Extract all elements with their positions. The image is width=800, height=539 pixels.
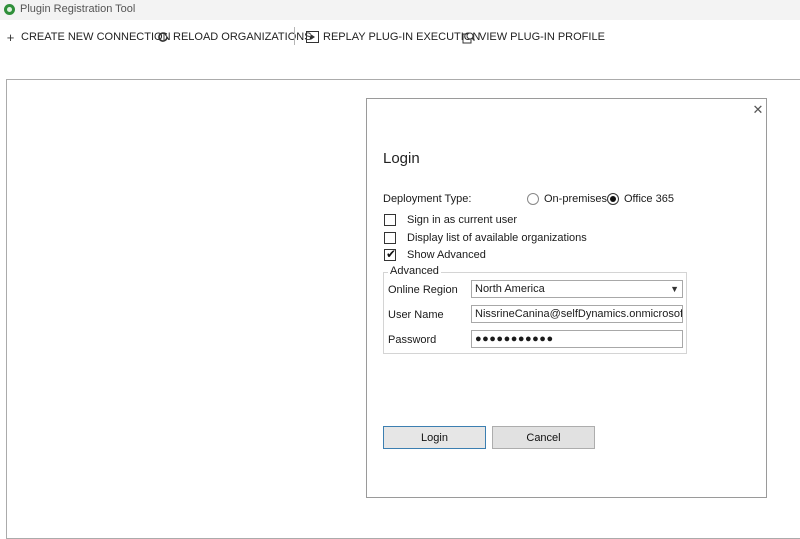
- office-365-label: Office 365: [624, 193, 674, 205]
- on-premises-radio[interactable]: [527, 193, 539, 205]
- online-region-label: Online Region: [388, 284, 458, 296]
- password-field[interactable]: ●●●●●●●●●●●: [471, 330, 683, 348]
- create-connection-button[interactable]: + CREATE NEW CONNECTION: [4, 28, 171, 46]
- app-logo-icon: [4, 4, 15, 15]
- online-region-value: North America: [475, 283, 545, 295]
- checkmark-icon: ✔: [386, 247, 397, 261]
- refresh-icon: [156, 31, 169, 44]
- sign-in-current-label: Sign in as current user: [407, 214, 518, 226]
- show-advanced-checkbox[interactable]: ✔: [384, 247, 397, 261]
- toolbar-divider: [294, 27, 295, 45]
- cancel-button[interactable]: Cancel: [492, 426, 595, 449]
- plus-icon: +: [6, 29, 15, 45]
- deployment-type-label: Deployment Type:: [383, 193, 472, 205]
- reload-organizations-button[interactable]: RELOAD ORGANIZATIONS: [156, 28, 312, 46]
- title-bar: Plugin Registration Tool: [0, 0, 800, 20]
- create-connection-label: CREATE NEW CONNECTION: [21, 31, 171, 43]
- chevron-down-icon: ▼: [670, 284, 679, 294]
- replay-execution-button[interactable]: REPLAY PLUG-IN EXECUTION: [306, 28, 480, 46]
- online-region-select[interactable]: North America ▼: [471, 280, 683, 298]
- view-profile-button[interactable]: VIEW PLUG-IN PROFILE: [462, 28, 605, 46]
- office-365-radio[interactable]: [607, 193, 619, 205]
- view-profile-label: VIEW PLUG-IN PROFILE: [479, 31, 605, 43]
- close-icon[interactable]: ✕: [751, 103, 765, 117]
- password-mask: ●●●●●●●●●●●: [475, 333, 554, 345]
- login-button[interactable]: Login: [383, 426, 486, 449]
- show-advanced-label: Show Advanced: [407, 249, 486, 261]
- dialog-title: Login: [383, 150, 420, 167]
- display-orgs-checkbox[interactable]: [384, 232, 396, 244]
- window-title: Plugin Registration Tool: [20, 3, 136, 15]
- profile-icon: [462, 31, 475, 44]
- user-name-label: User Name: [388, 309, 444, 321]
- reload-organizations-label: RELOAD ORGANIZATIONS: [173, 31, 312, 43]
- password-label: Password: [388, 334, 437, 346]
- display-orgs-label: Display list of available organizations: [407, 232, 587, 244]
- on-premises-label: On-premises: [544, 193, 607, 205]
- login-dialog: ✕ Login Deployment Type: On-premises Off…: [366, 98, 767, 498]
- replay-icon: [306, 31, 319, 44]
- user-name-value: NissrineCanina@selfDynamics.onmicrosoft.…: [475, 308, 683, 320]
- replay-execution-label: REPLAY PLUG-IN EXECUTION: [323, 31, 481, 43]
- sign-in-current-checkbox[interactable]: [384, 214, 396, 226]
- advanced-legend: Advanced: [388, 265, 441, 277]
- user-name-field[interactable]: NissrineCanina@selfDynamics.onmicrosoft.…: [471, 305, 683, 323]
